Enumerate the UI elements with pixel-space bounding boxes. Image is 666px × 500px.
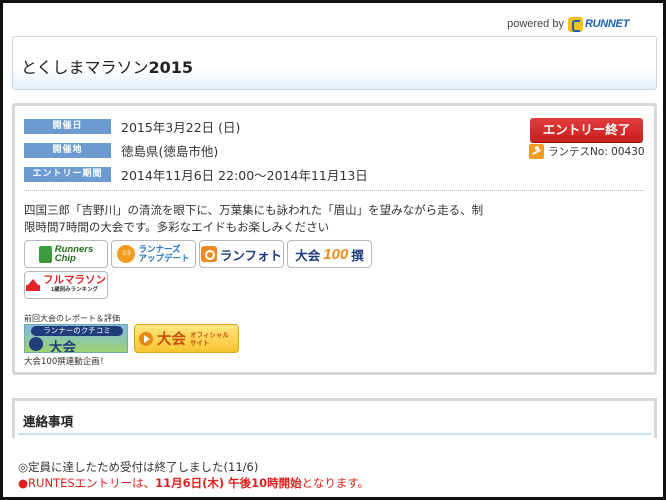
runner-review-banner[interactable]: ランナーのクチコミ 大会 <box>24 324 128 353</box>
entry-period-value: 2014年11月6日 22:00〜2014年11月13日 <box>121 167 368 183</box>
notice-line-2: ●RUNTESエントリーは、11月6日(木) 午後10時開始となります。 <box>18 475 369 491</box>
runners-update-badge[interactable]: 2.5 ランナーズ アップデート <box>111 240 196 268</box>
notice-line-2-bold: 11月6日(木) 午後10時開始 <box>155 476 302 490</box>
runners-chip-icon <box>38 245 52 263</box>
runtes-number: ランテスNo: 00430 <box>529 144 645 159</box>
notice-heading: 連絡事項 <box>23 414 74 429</box>
powered-by: powered by RUNNET <box>507 15 629 33</box>
notice-line-1: ◎定員に達したため受付は終了しました(11/6) <box>18 460 259 474</box>
info-row-date: 開催日 2015年3月22日 (日) <box>24 117 240 135</box>
runnet-logo[interactable]: RUNNET <box>567 16 629 32</box>
t100-prefix: 大会 <box>295 248 321 263</box>
official-site-button[interactable]: 大会 オフィシャル サイト <box>134 324 239 353</box>
entry-closed-button[interactable]: エントリー終了 <box>530 118 643 142</box>
page-frame: powered by RUNNET とくしまマラソン2015 開催日 2015年… <box>0 0 666 500</box>
page-title-name: とくしまマラソン <box>21 58 149 77</box>
official-sub2: サイト <box>190 338 210 347</box>
notice-section: 連絡事項 <box>12 398 657 438</box>
full-sub: 1歳刻みランキング <box>51 287 98 293</box>
full-marathon-ranking-badge[interactable]: フルマラソン 1歳刻みランキング <box>24 271 108 299</box>
official-sub1: オフィシャル <box>190 330 229 339</box>
page-title-year: 2015 <box>148 58 194 77</box>
t100-number: 100 <box>323 245 349 263</box>
arrow-right-icon <box>139 331 153 346</box>
runnet-logo-text: RUNNET <box>584 18 629 30</box>
camera-icon <box>200 246 217 262</box>
notice-line-2-post: となります。 <box>301 476 370 490</box>
report-label: 前回大会のレポート＆評価 <box>24 314 120 323</box>
notice-line-2-pre: ●RUNTESエントリーは、 <box>18 476 156 490</box>
date-value: 2015年3月22日 (日) <box>121 119 241 135</box>
notice-underline <box>18 433 651 435</box>
update-icon: 2.5 <box>117 245 136 263</box>
taikai-100-badge[interactable]: 大会 100 撰 <box>287 240 372 268</box>
powered-by-label: powered by <box>507 18 564 30</box>
chip-line2: Chip <box>54 253 76 264</box>
runnet-logo-icon <box>567 16 583 32</box>
t100-suffix: 撰 <box>351 248 364 263</box>
runner-figure-icon <box>29 337 43 351</box>
venue-value: 徳島県(徳島市他) <box>121 143 219 159</box>
info-row-venue: 開催地 徳島県(徳島市他) <box>24 141 218 159</box>
runner-icon <box>529 144 544 159</box>
info-row-entry: エントリー期間 2014年11月6日 22:00〜2014年11月13日 <box>24 165 368 183</box>
page-title: とくしまマラソン2015 <box>21 54 193 78</box>
runtes-number-text: ランテスNo: 00430 <box>548 146 645 158</box>
report-note: 大会100撰連動企画！ <box>24 357 109 367</box>
event-detail-panel: 開催日 2015年3月22日 (日) 開催地 徳島県(徳島市他) エントリー期間… <box>12 103 657 375</box>
crown-icon <box>26 279 40 291</box>
service-badges: Runners Chip 2.5 ランナーズ アップデート ランフォト 大会 100… <box>24 240 384 299</box>
app-line2: アップデート <box>138 253 190 263</box>
official-main: 大会 <box>157 332 186 348</box>
runners-chip-badge[interactable]: Runners Chip <box>24 240 108 268</box>
review-banner-main: 大会 <box>49 340 76 353</box>
title-bar: とくしまマラソン2015 <box>12 36 657 90</box>
event-description: 四国三郎「吉野川」の清流を眼下に、万葉集にも詠われた「眉山」を望みながら走る、制… <box>24 203 484 234</box>
notice-body: ◎定員に達したため受付は終了しました(11/6) ●RUNTESエントリーは、1… <box>18 459 369 491</box>
review-banner-top: ランナーのクチコミ <box>31 326 123 336</box>
runphoto-text: ランフォト <box>219 248 283 263</box>
entry-period-label: エントリー期間 <box>24 166 111 182</box>
runphoto-badge[interactable]: ランフォト <box>199 240 284 268</box>
venue-label: 開催地 <box>24 142 111 158</box>
report-links: ランナーのクチコミ 大会 大会 オフィシャル サイト <box>24 324 239 353</box>
divider <box>24 190 645 191</box>
date-label: 開催日 <box>24 118 111 134</box>
